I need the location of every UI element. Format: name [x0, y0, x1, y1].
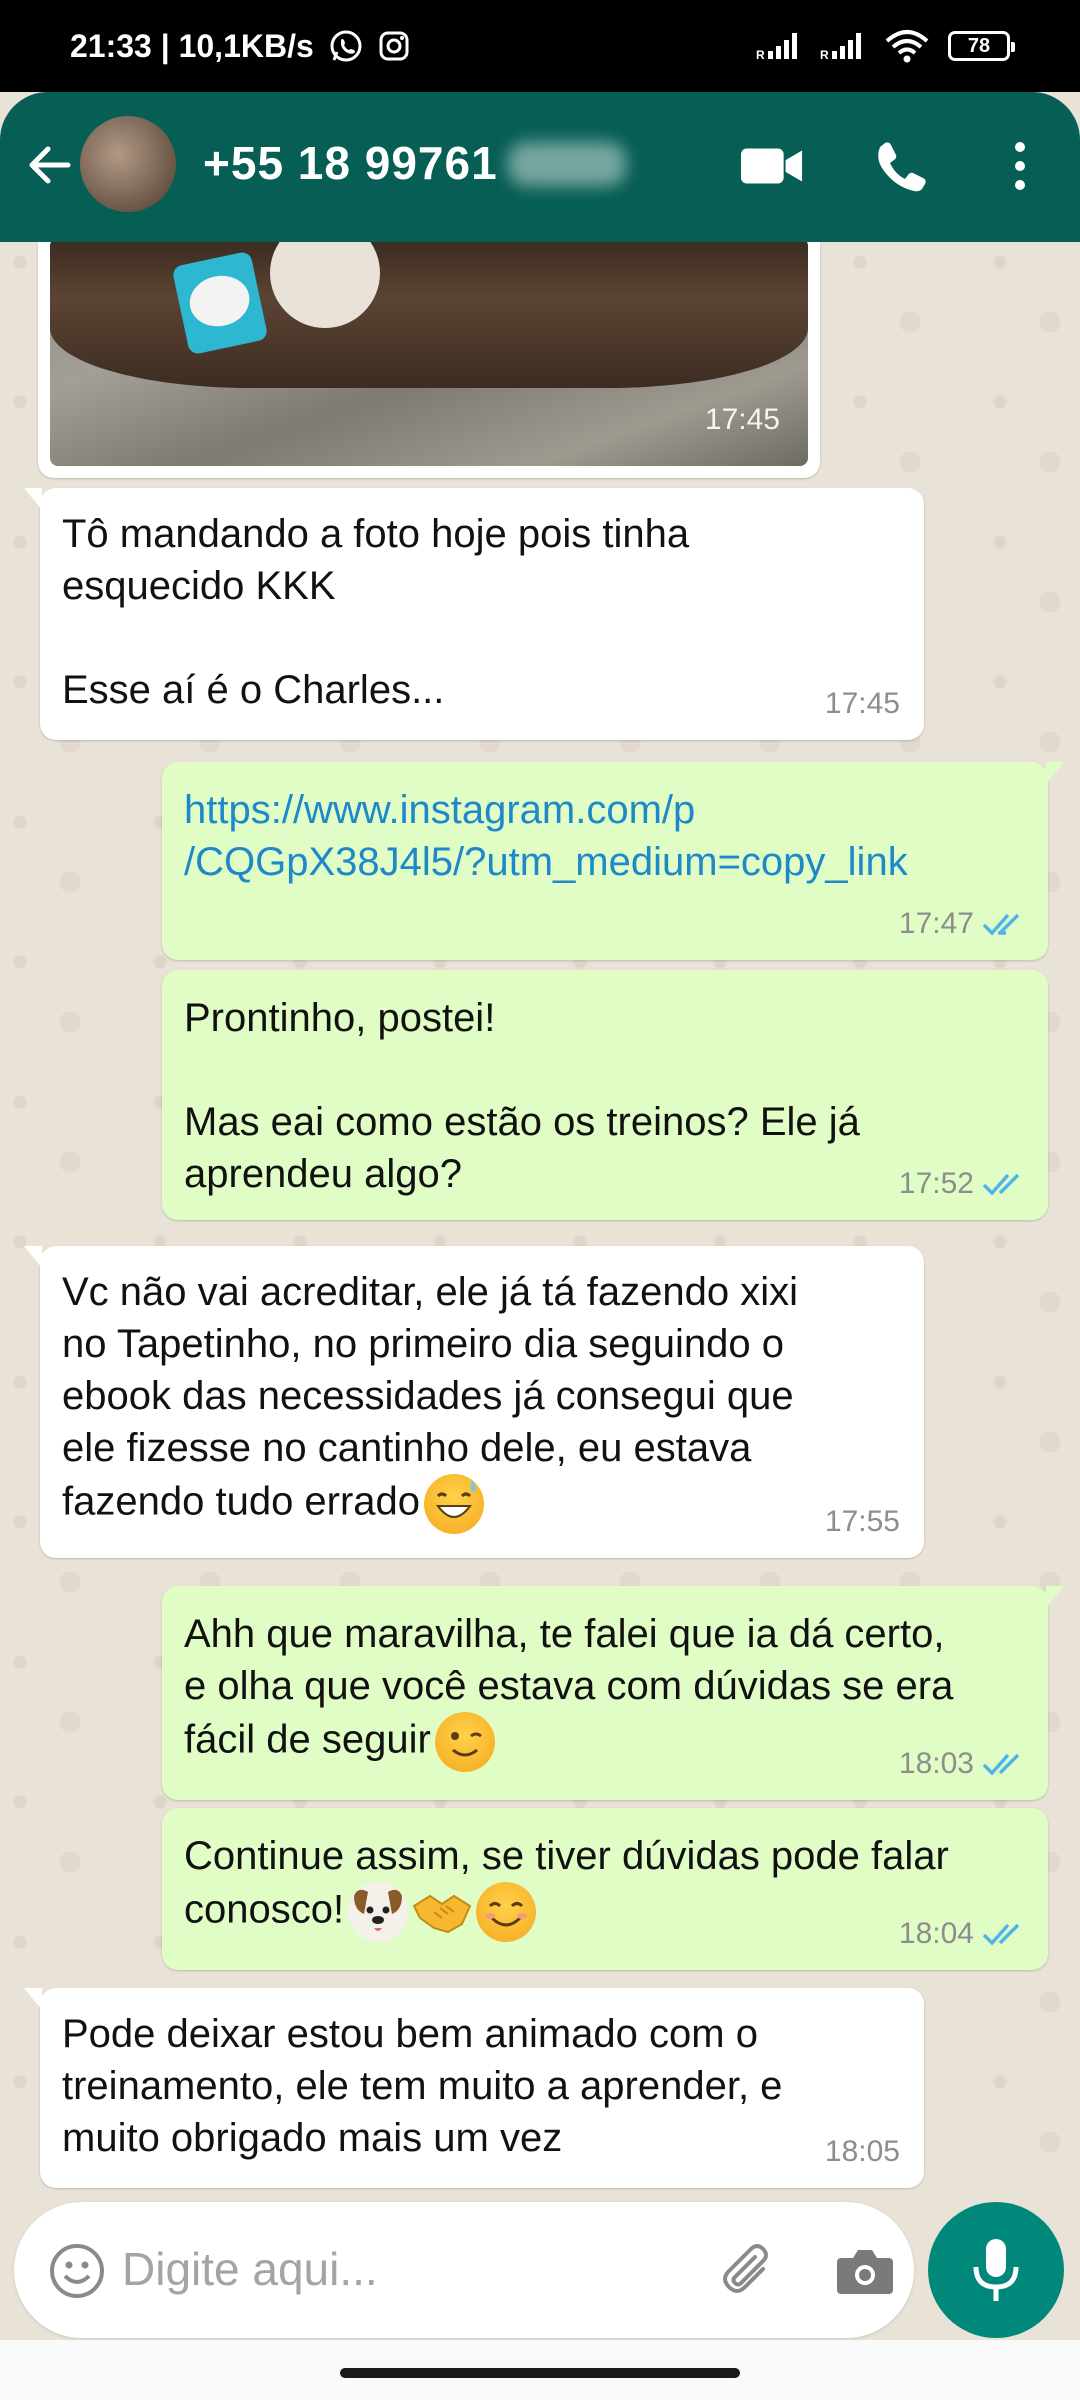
phone-icon[interactable] — [868, 134, 932, 198]
winking-face-emoji — [434, 1712, 495, 1772]
message-text: Tô mandando a foto hoje pois tinha esque… — [62, 512, 690, 712]
status-right: R R 78 — [756, 29, 1015, 63]
read-ticks-icon — [982, 1923, 1020, 1946]
status-left: 21:33 | 10,1KB/s — [70, 28, 410, 65]
time-label: 18:04 — [898, 1917, 974, 1950]
incoming-message[interactable]: Pode deixar estou bem animado com o trei… — [24, 1988, 924, 2188]
time-label: 17:45 — [824, 687, 900, 720]
time-label: 17:55 — [824, 1505, 900, 1538]
dog-face-emoji — [348, 1882, 409, 1942]
message-time: 17:45 — [825, 678, 900, 730]
camera-icon[interactable] — [830, 2236, 900, 2306]
more-vertical-icon[interactable] — [988, 134, 1052, 198]
incoming-message[interactable]: Tô mandando a foto hoje pois tinha esque… — [24, 488, 924, 740]
read-ticks-icon — [982, 913, 1020, 936]
message-text-content: Ahh que maravilha, te falei que ia dá ce… — [184, 1612, 954, 1762]
message-time: 18:04 — [899, 1908, 1024, 1960]
message-time: 18:05 — [825, 2126, 900, 2178]
home-handle[interactable] — [340, 2368, 740, 2378]
message-time: 17:52 — [899, 1158, 1024, 1210]
photo-dog-bed — [50, 242, 808, 388]
chat-area[interactable]: 17:45 Tô mandando a foto hoje pois tinha… — [0, 242, 1080, 2200]
handshake-emoji — [412, 1882, 472, 1942]
message-input-bar[interactable]: Digite aqui... — [14, 2202, 914, 2338]
wifi-icon — [884, 29, 930, 63]
message-text: Vc não vai acreditar, ele já tá fazendo … — [62, 1266, 902, 1534]
time-label: 18:05 — [824, 2135, 900, 2168]
svg-text:R: R — [820, 48, 829, 61]
system-nav-bar — [0, 2340, 1080, 2400]
time-label: 17:47 — [898, 907, 974, 940]
smiling-face-emoji — [476, 1882, 537, 1942]
mic-icon[interactable] — [928, 2202, 1064, 2338]
photo-thumbnail[interactable]: 17:45 — [50, 242, 808, 466]
bubble-tail — [24, 1988, 42, 2010]
message-time: 17:47 — [899, 898, 1024, 950]
emoji-icon[interactable] — [42, 2236, 112, 2306]
incoming-message[interactable]: Vc não vai acreditar, ele já tá fazendo … — [24, 1246, 924, 1558]
message-time: 18:03 — [899, 1738, 1024, 1790]
message-time: 17:45 — [704, 403, 780, 436]
read-ticks-icon — [982, 1753, 1020, 1776]
outgoing-message[interactable]: Continue assim, se tiver dúvidas pode fa… — [162, 1808, 1048, 1970]
bubble-tail — [1046, 1586, 1064, 1608]
time-label: 18:03 — [898, 1747, 974, 1780]
read-ticks-icon — [982, 1173, 1020, 1196]
chat-header: +55 18 99761 — [0, 92, 1080, 242]
signal-icon: R — [756, 31, 802, 61]
battery-icon: 78 — [948, 31, 1015, 61]
message-input[interactable]: Digite aqui... — [122, 2242, 378, 2296]
outgoing-message[interactable]: Ahh que maravilha, te falei que ia dá ce… — [162, 1586, 1064, 1800]
bubble-tail — [24, 488, 42, 510]
bubble-tail — [24, 1246, 42, 1268]
status-time-speed: 21:33 | 10,1KB/s — [70, 27, 314, 64]
attach-icon[interactable] — [714, 2236, 784, 2306]
avatar[interactable] — [80, 116, 176, 212]
bubble-tail — [1046, 762, 1064, 784]
video-call-icon[interactable] — [740, 134, 804, 198]
time-label: 17:52 — [898, 1167, 974, 1200]
message-time: 17:55 — [825, 1496, 900, 1548]
svg-text:R: R — [756, 48, 765, 61]
back-arrow-icon[interactable] — [22, 137, 78, 193]
outgoing-message[interactable]: https://www.instagram.com/p /CQGpX38J4l5… — [162, 762, 1064, 960]
instagram-icon — [378, 30, 410, 62]
status-bar: 21:33 | 10,1KB/s R R 78 — [0, 0, 1080, 92]
outgoing-message[interactable]: Prontinho, postei! Mas eai como estão os… — [162, 970, 1048, 1220]
whatsapp-icon — [328, 28, 364, 64]
redacted-number-blur — [508, 142, 626, 186]
message-link[interactable]: https://www.instagram.com/p /CQGpX38J4l5… — [184, 784, 1026, 888]
message-text: Pode deixar estou bem animado com o trei… — [62, 2012, 783, 2160]
signal-icon: R — [820, 31, 866, 61]
message-text-content: Continue assim, se tiver dúvidas pode fa… — [184, 1834, 949, 1932]
grinning-sweat-emoji — [424, 1474, 485, 1534]
image-message[interactable]: 17:45 — [38, 242, 820, 478]
contact-name[interactable]: +55 18 99761 — [203, 136, 498, 190]
